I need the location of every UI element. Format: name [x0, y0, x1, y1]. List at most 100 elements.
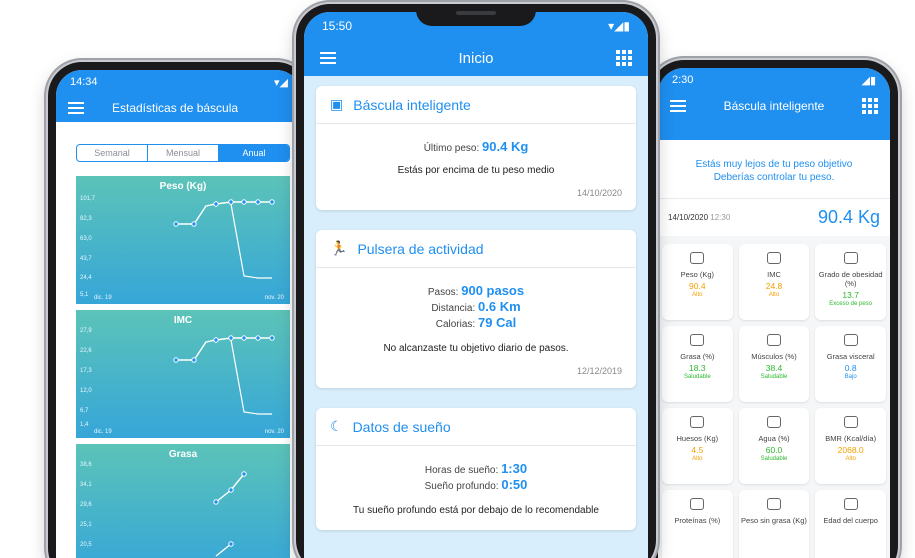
metric-value: 4.5 — [691, 445, 704, 455]
card-header: 🏃 Pulsera de actividad — [316, 240, 636, 268]
phone-smart-scale: 2:30 ◢▮ Báscula inteligente Estás muy le… — [650, 60, 898, 558]
metric-icon — [843, 416, 858, 428]
smart-scale-card[interactable]: ▣ Báscula inteligente Último peso: 90.4 K… — [316, 86, 636, 210]
phone-statistics: 14:34 ▾◢ Estadísticas de báscula Semanal… — [48, 62, 310, 558]
sleep-hours-value: 1:30 — [501, 461, 528, 476]
metric-value: 18.3 — [689, 363, 706, 373]
distance-value: 0.6 Km — [478, 299, 521, 314]
metric-label: Peso sin grasa (Kg) — [741, 516, 807, 525]
metrics-grid: Peso (Kg) 90.4 Alto IMC 24.8 Alto Grado de obe… — [658, 236, 890, 558]
calories-value: 79 Cal — [477, 315, 517, 330]
card-title: Pulsera de actividad — [357, 240, 484, 257]
metric-icon — [843, 334, 858, 346]
app-bar: Estadísticas de báscula — [56, 94, 302, 122]
segment-yearly[interactable]: Anual — [219, 145, 289, 161]
metric-status: Alto — [692, 456, 703, 462]
last-weigh-row[interactable]: 14/10/2020 12:30 90.4 Kg — [658, 198, 890, 236]
chart-fat: Grasa 38,6 34,1 29,6 25,1 20,5 — [76, 444, 290, 558]
status-time: 2:30 — [672, 74, 694, 86]
metric-value: 90.4 — [689, 281, 706, 291]
metric-icon — [690, 252, 705, 264]
chart-bmi: IMC 27,9 22,6 17,3 12,0 6,7 1,4 dic. 19 … — [76, 310, 290, 438]
page-title: Báscula inteligente — [723, 99, 825, 113]
metric-status: Bajo — [844, 374, 857, 380]
metric-tile[interactable]: Peso sin grasa (Kg) — [738, 490, 810, 558]
metric-label: Proteínas (%) — [674, 516, 721, 525]
metric-tile[interactable]: Proteínas (%) — [662, 490, 733, 558]
metric-tile[interactable]: IMC 24.8 Alto — [738, 244, 810, 320]
metric-label: BMR (Kcal/día) — [825, 434, 877, 443]
message-line: Estás muy lejos de tu peso objetivo — [695, 159, 853, 170]
status-time: 14:34 — [70, 76, 98, 88]
metric-tile[interactable]: Edad del cuerpo — [815, 490, 886, 558]
metric-tile[interactable]: Grasa (%) 18.3 Saludable — [662, 326, 733, 402]
app-bar: Inicio — [304, 40, 648, 76]
metric-icon — [766, 498, 781, 510]
weight-line — [173, 199, 275, 279]
scale-date: 14/10/2020 — [576, 188, 622, 198]
metric-status: Alto — [845, 456, 856, 462]
metric-icon — [690, 498, 705, 510]
metric-tile[interactable]: Músculos (%) 38.4 Saludable — [738, 326, 810, 402]
chart-weight: Peso (Kg) 101,7 82,3 63,0 43,7 24,4 5,1 … — [76, 176, 290, 304]
metric-value: 2068.0 — [837, 445, 864, 455]
last-weight-line: Último peso: 90.4 Kg — [330, 140, 622, 156]
scale-header: 2:30 ◢▮ Báscula inteligente — [658, 68, 890, 140]
weigh-datetime: 14/10/2020 12:30 — [668, 213, 730, 222]
metric-tile[interactable]: Grado de obesidad (%) 13.7 Exceso de peso — [815, 244, 886, 320]
metric-icon — [843, 498, 858, 510]
fat-line — [213, 471, 247, 557]
period-segmented-control: Semanal Mensual Anual — [76, 144, 290, 162]
steps-line: Pasos: 900 pasos — [330, 284, 622, 300]
sleep-hours-label: Horas de sueño: — [424, 465, 499, 476]
metric-label: Peso (Kg) — [680, 270, 714, 279]
phone-notch — [416, 4, 536, 26]
scale-note: Estás por encima de tu peso medio — [397, 165, 555, 176]
metric-value: 60.0 — [765, 445, 783, 455]
metric-value: 24.8 — [765, 281, 783, 291]
phone-home: 15:50 ▾◢▮ Inicio ▣ Báscula inteligente Úl… — [296, 4, 656, 558]
segment-weekly[interactable]: Semanal — [77, 145, 148, 161]
card-title: Báscula inteligente — [353, 96, 471, 113]
metric-icon — [766, 416, 781, 428]
card-title: Datos de sueño — [352, 418, 451, 435]
weight-goal-message: Estás muy lejos de tu peso objetivo Debe… — [658, 140, 890, 198]
last-weight-label: Último peso: — [423, 143, 480, 154]
metric-tile[interactable]: BMR (Kcal/día) 2068.0 Alto — [815, 408, 886, 484]
status-bar: 14:34 ▾◢ — [56, 70, 302, 94]
metric-status: Exceso de peso — [829, 301, 872, 307]
metric-status: Saludable — [683, 374, 711, 380]
activity-band-card[interactable]: 🏃 Pulsera de actividad Pasos: 900 pasos D… — [316, 230, 636, 388]
moon-icon: ☾ — [330, 418, 343, 434]
apps-grid-icon[interactable] — [861, 98, 878, 114]
deep-sleep-label: Sueño profundo: — [424, 481, 499, 492]
bmi-line — [173, 335, 275, 415]
home-screen: 15:50 ▾◢▮ Inicio ▣ Báscula inteligente Úl… — [304, 12, 648, 558]
metric-label: IMC — [767, 270, 781, 279]
metric-tile[interactable]: Huesos (Kg) 4.5 Alto — [662, 408, 733, 484]
segment-monthly[interactable]: Mensual — [148, 145, 219, 161]
metric-tile[interactable]: Grasa visceral 0.8 Bajo — [815, 326, 886, 402]
metric-icon — [690, 334, 705, 346]
metric-tile[interactable]: Agua (%) 60.0 Saludable — [738, 408, 810, 484]
metric-value: 13.7 — [842, 290, 859, 300]
band-date: 12/12/2019 — [576, 366, 622, 376]
status-bar: 2:30 ◢▮ — [658, 68, 890, 92]
metric-icon — [690, 416, 705, 428]
metric-status: Saludable — [760, 456, 788, 462]
metric-tile[interactable]: Peso (Kg) 90.4 Alto — [662, 244, 733, 320]
metric-label: Grado de obesidad (%) — [818, 270, 883, 288]
metric-value: 0.8 — [844, 363, 857, 373]
signal-icon: ◢▮ — [861, 74, 876, 87]
metric-icon — [766, 334, 781, 346]
menu-icon[interactable] — [68, 102, 84, 114]
distance-label: Distancia: — [431, 303, 476, 314]
sleep-data-card[interactable]: ☾ Datos de sueño Horas de sueño: 1:30 Sue… — [316, 408, 636, 530]
menu-icon[interactable] — [320, 52, 336, 64]
metric-label: Músculos (%) — [751, 352, 797, 361]
signal-icon: ▾◢ — [274, 76, 288, 89]
scale-icon: ▣ — [330, 96, 344, 112]
smart-scale-screen: 2:30 ◢▮ Báscula inteligente Estás muy le… — [658, 68, 890, 558]
apps-grid-icon[interactable] — [616, 50, 632, 66]
menu-icon[interactable] — [670, 100, 686, 112]
